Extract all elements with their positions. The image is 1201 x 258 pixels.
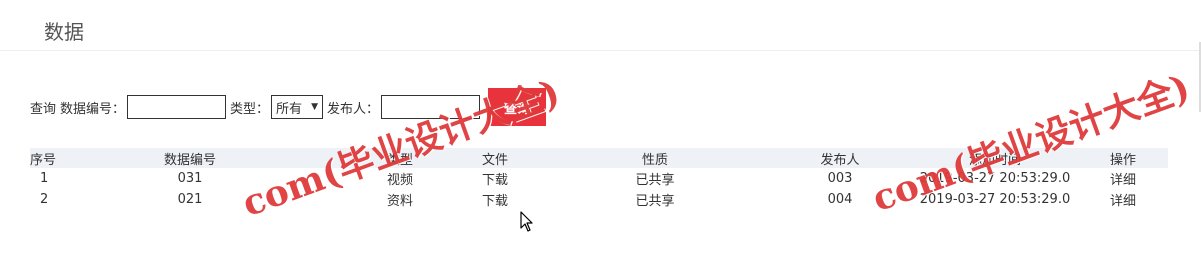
cell-time: 2019-03-27 20:53:29.0 <box>919 192 1071 207</box>
header-code: 数据编号 <box>60 148 320 168</box>
search-bar: 查询 数据编号： 类型： 所有 ▼ 发布人： 查询 <box>30 88 547 126</box>
header-time: 添加时间 <box>880 148 1110 168</box>
type-select-value: 所有 <box>276 101 303 117</box>
cell-index: 2 <box>40 192 49 207</box>
publisher-label: 发布人： <box>327 101 380 117</box>
cell-index: 1 <box>40 171 49 186</box>
detail-link[interactable]: 详细 <box>1110 194 1136 209</box>
detail-link[interactable]: 详细 <box>1110 173 1136 188</box>
download-link[interactable]: 下载 <box>482 194 508 209</box>
header-nature: 性质 <box>510 148 800 168</box>
header-index: 序号 <box>30 148 60 168</box>
query-label: 查询 <box>30 101 57 117</box>
code-input[interactable] <box>127 95 227 119</box>
data-table: 序号 数据编号 类型 文件 性质 发布人 添加时间 操作 1 031 视频 下载… <box>30 148 1168 210</box>
cell-publisher: 004 <box>827 192 853 207</box>
chevron-down-icon: ▼ <box>311 102 319 112</box>
cell-nature: 已共享 <box>635 194 675 209</box>
table-row: 2 021 资料 下载 已共享 004 2019-03-27 20:53:29.… <box>30 189 1168 210</box>
type-select[interactable]: 所有 ▼ <box>271 95 324 119</box>
page-title: 数据 <box>44 20 84 44</box>
cell-type: 资料 <box>386 194 413 209</box>
cell-code: 021 <box>177 192 203 207</box>
download-link[interactable]: 下载 <box>482 173 508 188</box>
header-type: 类型 <box>320 148 480 168</box>
table-header-row: 序号 数据编号 类型 文件 性质 发布人 添加时间 操作 <box>30 148 1168 168</box>
table-row: 1 031 视频 下载 已共享 003 2019-03-27 20:53:29.… <box>30 168 1168 189</box>
type-label: 类型： <box>230 101 270 117</box>
cell-nature: 已共享 <box>635 173 675 188</box>
cell-type: 视频 <box>386 173 413 188</box>
cell-time: 2019-03-27 20:53:29.0 <box>919 171 1071 186</box>
header-publisher: 发布人 <box>800 148 880 168</box>
header-action: 操作 <box>1110 148 1168 168</box>
header-file: 文件 <box>480 148 510 168</box>
code-label: 数据编号： <box>60 101 126 117</box>
cell-code: 031 <box>177 171 203 186</box>
mouse-pointer-icon <box>520 211 533 232</box>
publisher-input[interactable] <box>381 95 481 119</box>
title-bar: 数据 <box>0 0 1201 51</box>
query-button[interactable]: 查询 <box>488 88 547 126</box>
cell-publisher: 003 <box>827 171 853 186</box>
